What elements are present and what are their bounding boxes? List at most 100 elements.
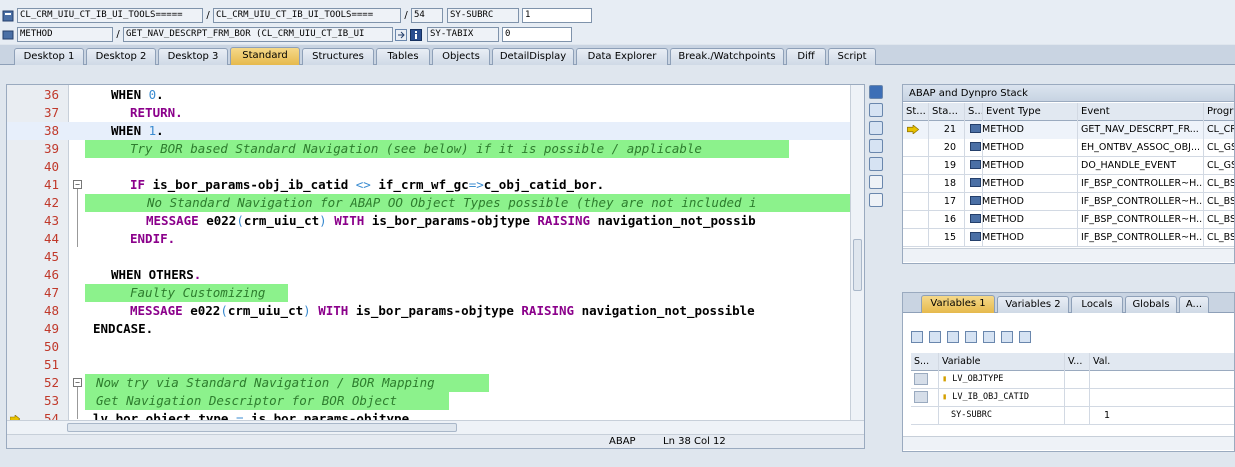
code-line[interactable]: 39 Try BOR based Standard Navigation (see… [7, 140, 864, 158]
include-field[interactable]: CL_CRM_UIU_CT_IB_UI_TOOLS==== [213, 8, 401, 23]
method-icon [970, 124, 981, 133]
tab-globals[interactable]: Globals [1125, 296, 1177, 313]
tab-diff[interactable]: Diff [786, 48, 826, 65]
copy-icon[interactable] [869, 121, 883, 135]
tab-objects[interactable]: Objects [432, 48, 490, 65]
close-icon[interactable] [869, 85, 883, 99]
info-icon[interactable] [410, 28, 422, 41]
code-line[interactable]: 46 WHEN OTHERS. [7, 266, 864, 284]
sysfield-1-name[interactable]: SY-SUBRC [447, 8, 519, 23]
code-line[interactable]: 49 ENDCASE. [7, 320, 864, 338]
save-icon[interactable] [929, 331, 941, 343]
tab-script[interactable]: Script [828, 48, 876, 65]
stack-row[interactable]: 16 METHOD IF_BSP_CONTROLLER~H... CL_BSP [903, 211, 1234, 229]
code-line[interactable]: 42 No Standard Navigation for ABAP OO Obj… [7, 194, 864, 212]
method-icon [970, 214, 981, 223]
users-icon[interactable] [983, 331, 995, 343]
code-line-current[interactable]: 38 WHEN 1. [7, 122, 864, 140]
editor-tool-column [866, 84, 888, 214]
source-code-editor[interactable]: 36 WHEN 0. 37 RETURN. 38 WHEN 1. 39 Try BOR … [6, 84, 865, 449]
fold-toggle-icon[interactable]: − [73, 180, 82, 189]
tab-break-watchpoints[interactable]: Break./Watchpoints [670, 48, 784, 65]
variable-row[interactable]: ▮ LV_OBJTYPE [911, 371, 1234, 389]
filter-icon[interactable] [1019, 331, 1031, 343]
variables-panel: Variables 1 Variables 2 Locals Globals A… [902, 292, 1235, 452]
method-icon [970, 196, 981, 205]
code-line[interactable]: 51 [7, 356, 864, 374]
code-line[interactable]: 45 [7, 248, 864, 266]
variables-horizontal-scrollbar[interactable] [903, 436, 1234, 450]
variables-toolbar [903, 329, 1234, 347]
editor-vertical-scrollbar[interactable] [850, 85, 864, 422]
headset-icon[interactable] [869, 175, 883, 189]
program-icon [2, 10, 14, 21]
tab-data-explorer[interactable]: Data Explorer [576, 48, 668, 65]
navigate-icon[interactable] [395, 28, 407, 41]
settings-icon[interactable] [869, 193, 883, 207]
abap-dynpro-stack-panel: ABAP and Dynpro Stack St... Sta... S... … [902, 84, 1235, 264]
stack-row[interactable]: 15 METHOD IF_BSP_CONTROLLER~H... CL_BSP [903, 229, 1234, 247]
row-selector-button[interactable] [914, 391, 928, 403]
code-line[interactable]: 36 WHEN 0. [7, 86, 864, 104]
import-icon[interactable] [965, 331, 977, 343]
code-line[interactable]: 41− IF is_bor_params-obj_ib_catid <> if_c… [7, 176, 864, 194]
tab-more[interactable]: A... [1179, 296, 1209, 313]
stack-horizontal-scrollbar[interactable] [903, 248, 1234, 262]
code-line[interactable]: 43 MESSAGE e022(crm_uiu_ct) WITH is_bor_p… [7, 212, 864, 230]
code-line[interactable]: 37 RETURN. [7, 104, 864, 122]
variable-row[interactable]: SY-SUBRC 1 [911, 407, 1234, 425]
code-line[interactable]: 44 ENDIF. [7, 230, 864, 248]
tab-standard[interactable]: Standard [230, 47, 300, 65]
stack-row[interactable]: 17 METHOD IF_BSP_CONTROLLER~H... CL_BSP [903, 193, 1234, 211]
method-icon [970, 160, 981, 169]
event-type-field[interactable]: METHOD [17, 27, 113, 42]
sysfield-1-value[interactable]: 1 [522, 8, 592, 23]
hierarchy-icon[interactable] [1001, 331, 1013, 343]
sysfield-2-value[interactable]: 0 [502, 27, 572, 42]
row-selector-button[interactable] [914, 373, 928, 385]
tab-detail-display[interactable]: DetailDisplay [492, 48, 574, 65]
tab-desktop-3[interactable]: Desktop 3 [158, 48, 228, 65]
tab-tables[interactable]: Tables [376, 48, 430, 65]
method-icon [970, 178, 981, 187]
sysfield-2-name[interactable]: SY-TABIX [427, 27, 499, 42]
scroll-thumb[interactable] [853, 239, 862, 291]
stack-row[interactable]: 20 METHOD EH_ONTBV_ASSOC_OBJ... CL_GS_ [903, 139, 1234, 157]
variables-header-row: S... Variable V... Val. [911, 353, 1234, 371]
event-field[interactable]: GET_NAV_DESCRPT_FRM_BOR (CL_CRM_UIU_CT_I… [123, 27, 393, 42]
maximize-icon[interactable] [869, 157, 883, 171]
line-field[interactable]: 54 [411, 8, 443, 23]
new-icon[interactable] [869, 103, 883, 117]
tab-variables-2[interactable]: Variables 2 [997, 296, 1069, 313]
program-field[interactable]: CL_CRM_UIU_CT_IB_UI_TOOLS===== [17, 8, 203, 23]
scroll-thumb[interactable] [67, 423, 457, 432]
variable-row[interactable]: ▮ LV_IB_OBJ_CATID [911, 389, 1234, 407]
code-line[interactable]: 53 Get Navigation Descriptor for BOR Obje… [7, 392, 864, 410]
code-line[interactable]: 52− Now try via Standard Navigation / BOR… [7, 374, 864, 392]
tab-structures[interactable]: Structures [302, 48, 374, 65]
tab-variables-1[interactable]: Variables 1 [921, 295, 995, 313]
stack-row[interactable]: 18 METHOD IF_BSP_CONTROLLER~H... CL_BSP [903, 175, 1234, 193]
method-icon [2, 30, 14, 39]
variables-tabs: Variables 1 Variables 2 Locals Globals A… [903, 293, 1234, 313]
editor-horizontal-scrollbar[interactable] [7, 420, 864, 434]
status-language: ABAP [609, 436, 636, 447]
debugger-info-bar: CL_CRM_UIU_CT_IB_UI_TOOLS===== / CL_CRM_… [0, 0, 1235, 44]
tab-desktop-1[interactable]: Desktop 1 [14, 48, 84, 65]
method-icon [970, 142, 981, 151]
code-line[interactable]: 40 [7, 158, 864, 176]
code-line[interactable]: 50 [7, 338, 864, 356]
tab-locals[interactable]: Locals [1071, 296, 1123, 313]
stack-row[interactable]: 21 METHOD GET_NAV_DESCRPT_FR... CL_CR [903, 121, 1234, 139]
fold-toggle-icon[interactable]: − [73, 378, 82, 387]
code-line[interactable]: 47 Faulty Customizing [7, 284, 864, 302]
stack-row[interactable]: 19 METHOD DO_HANDLE_EVENT CL_GS_ [903, 157, 1234, 175]
info-row-program: CL_CRM_UIU_CT_IB_UI_TOOLS===== / CL_CRM_… [2, 7, 592, 24]
method-icon [970, 232, 981, 241]
layout-icon[interactable] [869, 139, 883, 153]
delete-icon[interactable] [911, 331, 923, 343]
code-line[interactable]: 48 MESSAGE e022(crm_uiu_ct) WITH is_bor_p… [7, 302, 864, 320]
variable-type-icon: ▮ [942, 392, 953, 402]
tab-desktop-2[interactable]: Desktop 2 [86, 48, 156, 65]
load-icon[interactable] [947, 331, 959, 343]
